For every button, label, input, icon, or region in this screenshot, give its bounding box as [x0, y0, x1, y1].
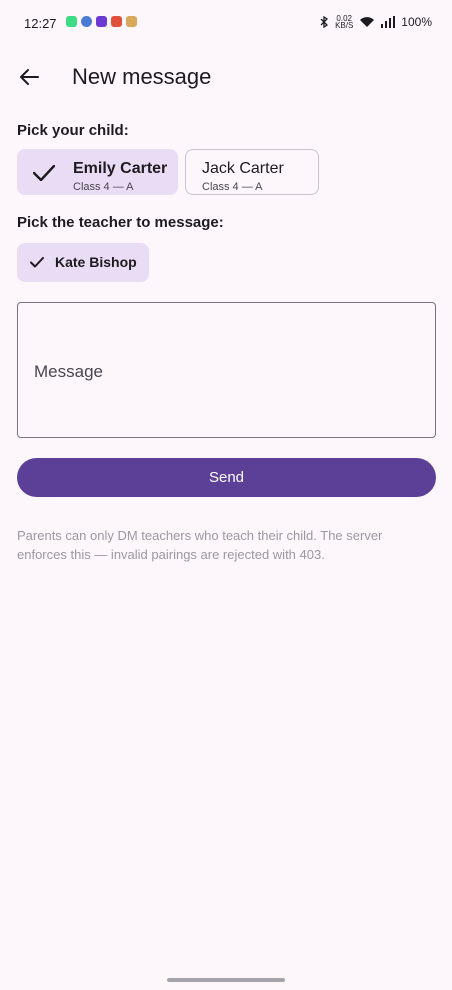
status-bar: 12:27 0.02 KB/S 100%	[0, 0, 452, 48]
teacher-chip-name: Kate Bishop	[55, 254, 137, 270]
message-field-label: Message	[34, 362, 103, 381]
app-notification-icon	[111, 16, 122, 27]
battery-level: 100%	[401, 15, 432, 29]
status-time: 12:27	[24, 16, 57, 31]
info-note: Parents can only DM teachers who teach t…	[17, 528, 383, 562]
check-icon	[30, 257, 44, 268]
app-notification-icon	[96, 16, 107, 27]
teacher-chip-kate-bishop[interactable]: Kate Bishop	[17, 243, 149, 282]
teacher-section-label: Pick the teacher to message:	[17, 214, 224, 231]
bluetooth-icon	[320, 16, 329, 28]
child-chip-class: Class 4 — A	[73, 181, 134, 193]
system-indicators: 0.02 KB/S 100%	[319, 15, 432, 30]
home-indicator[interactable]	[167, 978, 285, 982]
child-chip-name: Jack Carter	[202, 160, 284, 177]
wifi-icon	[360, 17, 375, 27]
child-chip-emily[interactable]: Emily Carter Class 4 — A	[17, 149, 178, 195]
back-button[interactable]	[14, 62, 44, 92]
child-chip-jack[interactable]: Jack Carter Class 4 — A	[185, 149, 319, 195]
app-notification-icon	[81, 16, 92, 27]
notification-icons	[66, 16, 137, 27]
signal-icon	[381, 16, 396, 28]
arrow-back-icon	[20, 69, 39, 85]
app-notification-icon	[126, 16, 137, 27]
message-field[interactable]: Message	[17, 302, 436, 438]
child-chip-class: Class 4 — A	[202, 181, 263, 193]
top-app-bar: New message	[0, 52, 452, 104]
network-speed: 0.02 KB/S	[335, 15, 354, 30]
check-icon	[33, 165, 55, 181]
network-speed-unit: KB/S	[335, 21, 354, 30]
child-chip-name: Emily Carter	[73, 160, 168, 177]
app-notification-icon	[66, 16, 77, 27]
page-title: New message	[72, 64, 212, 89]
child-section-label: Pick your child:	[17, 122, 129, 139]
send-button[interactable]: Send	[17, 458, 436, 497]
